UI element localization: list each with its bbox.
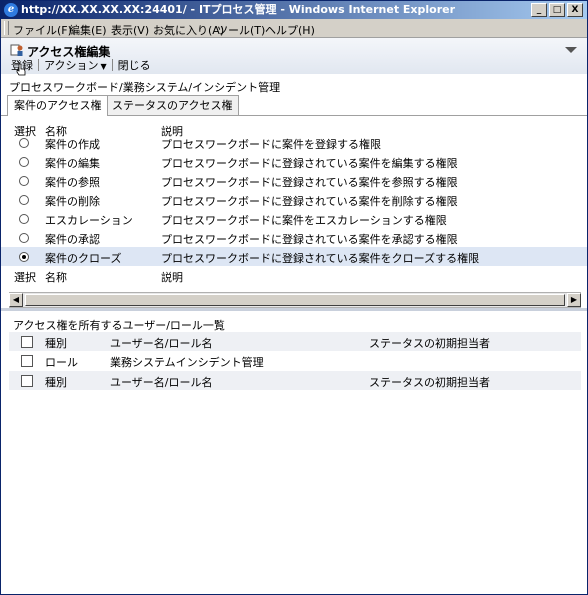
window-title: http://XX.XX.XX.XX:24401/ - ITプロセス管理 - W…: [21, 3, 456, 16]
permission-name: 案件の承認: [45, 233, 100, 246]
hand-cursor-icon: [16, 63, 26, 76]
permission-radio[interactable]: [19, 176, 29, 186]
table-row[interactable]: 案件の削除 プロセスワークボードに登録されている案件を削除する権限: [1, 190, 587, 209]
table-footer-row: 選択 名称 説明: [1, 266, 587, 285]
action-menu-button[interactable]: アクション ▼: [42, 57, 109, 73]
menu-view[interactable]: 表示(V): [111, 22, 149, 38]
menu-favorites[interactable]: お気に入り(A): [153, 22, 224, 38]
toolbar-separator: [111, 59, 113, 71]
permission-radio[interactable]: [19, 157, 29, 167]
column-footer-initial-assignee: ステータスの初期担当者: [369, 376, 490, 389]
permission-name: 案件の参照: [45, 176, 100, 189]
table-row[interactable]: エスカレーション プロセスワークボードに案件をエスカレーションする権限: [1, 209, 587, 228]
breadcrumb: プロセスワークボード/業務システム/インシデント管理: [9, 81, 281, 94]
users-section-title: アクセス権を所有するユーザー/ロール一覧: [13, 319, 225, 332]
user-name: 業務システムインシデント管理: [110, 356, 264, 369]
page-header: アクセス権編集 登録 アクション ▼ 閉じる: [1, 38, 587, 76]
permission-description: プロセスワークボードに登録されている案件をクローズする権限: [161, 252, 480, 265]
user-row[interactable]: ロール 業務システムインシデント管理: [9, 351, 581, 370]
permission-name: 案件の削除: [45, 195, 100, 208]
close-page-button[interactable]: 閉じる: [116, 57, 153, 73]
column-footer-username: ユーザー名/ロール名: [110, 376, 213, 389]
action-menu-label: アクション: [44, 59, 99, 72]
column-header-username: ユーザー名/ロール名: [110, 337, 213, 350]
permission-description: プロセスワークボードに登録されている案件を編集する権限: [161, 157, 458, 170]
permission-name: エスカレーション: [45, 214, 133, 227]
permission-radio-checked[interactable]: [19, 252, 29, 262]
table-row[interactable]: 案件の参照 プロセスワークボードに登録されている案件を参照する権限: [1, 171, 587, 190]
permission-description: プロセスワークボードに案件を登録する権限: [161, 138, 381, 151]
column-header-type: 種別: [45, 337, 67, 350]
permission-name: 案件の編集: [45, 157, 100, 170]
permission-description: プロセスワークボードに登録されている案件を削除する権限: [161, 195, 458, 208]
table-row[interactable]: 案件の編集 プロセスワークボードに登録されている案件を編集する権限: [1, 152, 587, 171]
permission-name: 案件の作成: [45, 138, 100, 151]
scroll-right-button[interactable]: ▶: [567, 293, 581, 307]
menu-tools[interactable]: ツール(T): [217, 22, 265, 38]
select-all-checkbox-footer[interactable]: [21, 375, 33, 387]
permission-radio[interactable]: [19, 233, 29, 243]
table-row-selected[interactable]: 案件のクローズ プロセスワークボードに登録されている案件をクローズする権限: [1, 247, 587, 266]
dropdown-arrow-icon: ▼: [100, 62, 107, 71]
collapse-arrow-icon[interactable]: [565, 47, 577, 53]
permission-radio[interactable]: [19, 214, 29, 224]
horizontal-scrollbar[interactable]: ◀ ▶: [9, 292, 581, 308]
access-rights-icon: [10, 44, 23, 56]
toolbar-separator: [38, 59, 39, 71]
scrollbar-thumb[interactable]: [25, 294, 565, 306]
menu-help[interactable]: ヘルプ(H): [265, 22, 315, 38]
tab-case-access[interactable]: 案件のアクセス権: [7, 95, 109, 116]
title-bar: e http://XX.XX.XX.XX:24401/ - ITプロセス管理 -…: [1, 1, 587, 19]
toolbar-grip: [4, 21, 9, 35]
permission-description: プロセスワークボードに登録されている案件を参照する権限: [161, 176, 458, 189]
page-content: アクセス権編集 登録 アクション ▼ 閉じる プロセスワークボード/業務システム/…: [1, 38, 587, 594]
scroll-left-button[interactable]: ◀: [9, 293, 23, 307]
table-row[interactable]: 案件の承認 プロセスワークボードに登録されている案件を承認する権限: [1, 228, 587, 247]
ie-logo-icon: e: [4, 3, 18, 17]
menu-bar: ファイル(F) 編集(E) 表示(V) お気に入り(A) ツール(T) ヘルプ(…: [1, 19, 587, 38]
close-button[interactable]: X: [567, 3, 583, 17]
table-row[interactable]: 案件の作成 プロセスワークボードに案件を登録する権限: [1, 133, 587, 152]
maximize-button[interactable]: □: [549, 3, 565, 17]
permission-description: プロセスワークボードに案件をエスカレーションする権限: [161, 214, 447, 227]
select-all-checkbox[interactable]: [21, 336, 33, 348]
tab-status-access[interactable]: ステータスのアクセス権: [105, 95, 240, 115]
permission-description: プロセスワークボードに登録されている案件を承認する権限: [161, 233, 458, 246]
menu-edit[interactable]: 編集(E): [69, 22, 107, 38]
user-type: ロール: [45, 356, 78, 369]
users-header-row: 種別 ユーザー名/ロール名 ステータスの初期担当者: [9, 332, 581, 351]
user-row-checkbox[interactable]: [21, 355, 33, 367]
column-header-initial-assignee: ステータスの初期担当者: [369, 337, 490, 350]
permission-name: 案件のクローズ: [45, 252, 122, 265]
column-footer-select: 選択: [14, 271, 36, 284]
permission-radio[interactable]: [19, 195, 29, 205]
browser-window: e http://XX.XX.XX.XX:24401/ - ITプロセス管理 -…: [0, 0, 588, 595]
menu-file[interactable]: ファイル(F): [13, 22, 72, 38]
column-footer-name: 名称: [45, 271, 67, 284]
column-footer-type: 種別: [45, 376, 67, 389]
minimize-button[interactable]: _: [531, 3, 547, 17]
column-footer-description: 説明: [161, 271, 183, 284]
action-toolbar: 登録 アクション ▼ 閉じる: [9, 58, 153, 72]
users-footer-row: 種別 ユーザー名/ロール名 ステータスの初期担当者: [9, 371, 581, 390]
permission-radio[interactable]: [19, 138, 29, 148]
pane-splitter[interactable]: [1, 308, 587, 311]
